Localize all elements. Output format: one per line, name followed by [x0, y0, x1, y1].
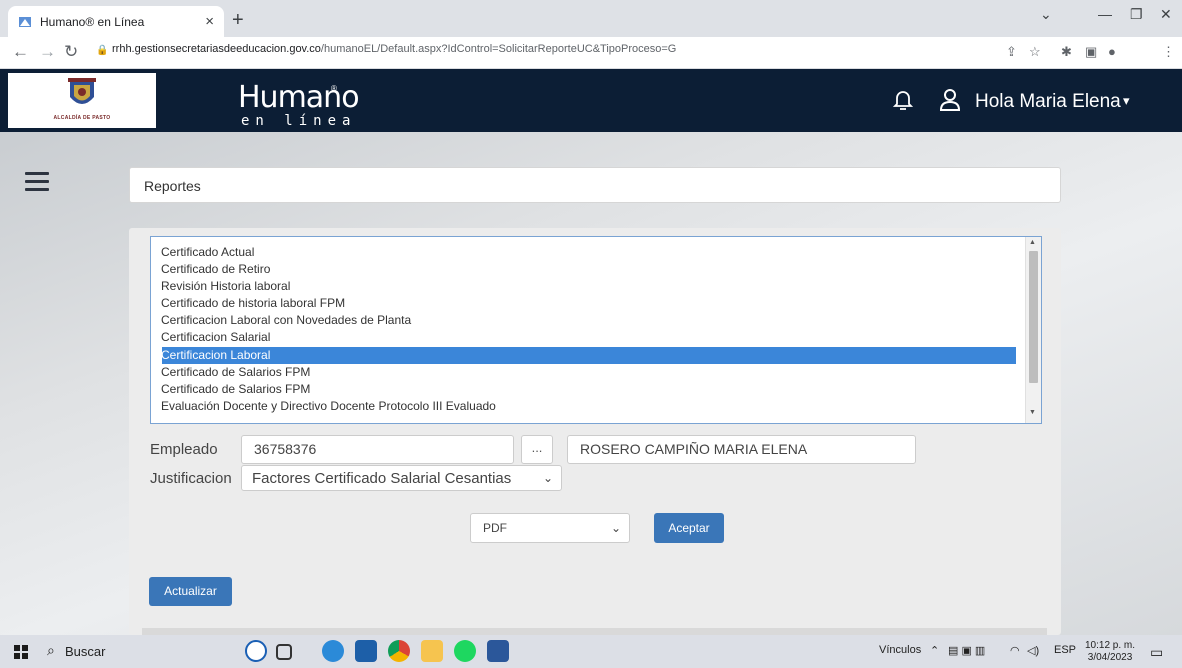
window-close-icon[interactable]: ✕ [1160, 6, 1172, 23]
user-menu-chevron-icon[interactable]: ▾ [1123, 93, 1130, 109]
task-view-icon[interactable] [276, 644, 292, 660]
clock-date: 3/04/2023 [1087, 652, 1133, 663]
reload-icon[interactable]: ↻ [64, 42, 78, 62]
search-icon[interactable]: ⌕ [47, 642, 55, 659]
format-select[interactable]: PDF ⌄ [470, 513, 630, 543]
empleado-label: Empleado [150, 441, 218, 458]
justificacion-label: Justificacion [150, 470, 232, 487]
profile-avatar-icon[interactable]: ● [1108, 44, 1116, 59]
list-item[interactable]: Certificado de Salarios FPM [161, 364, 310, 381]
chevron-down-icon: ⌄ [542, 471, 553, 485]
brand-registered: ® [331, 84, 337, 93]
list-item[interactable]: Certificado de Retiro [161, 261, 270, 278]
url-host: rrhh.gestionsecretariasdeeducacion.gov.c… [112, 43, 321, 55]
tab-title: Humano® en Línea [40, 14, 145, 29]
list-item[interactable]: Certificado de historia laboral FPM [161, 295, 345, 312]
url-path: /humanoEL/Default.aspx?IdControl=Solicit… [320, 43, 677, 55]
file-explorer-icon[interactable] [421, 640, 443, 662]
minimize-icon[interactable]: — [1098, 6, 1112, 22]
scroll-down-icon[interactable]: ▼ [1029, 409, 1036, 416]
spotify-icon[interactable] [454, 640, 476, 662]
tray-apps-icon[interactable]: ▤ ▣ ▥ [948, 644, 985, 657]
word-icon[interactable] [487, 640, 509, 662]
bookmark-star-icon[interactable]: ☆ [1029, 44, 1041, 60]
bing-icon[interactable] [245, 640, 267, 662]
tray-links[interactable]: Vínculos [879, 644, 921, 656]
wifi-icon[interactable]: ◠ [1010, 644, 1020, 657]
new-tab-button[interactable]: + [232, 9, 244, 32]
bell-icon[interactable] [893, 89, 913, 111]
taskbar-search[interactable]: Buscar [65, 644, 105, 659]
empleado-id-field[interactable]: 36758376 [241, 435, 514, 464]
scroll-thumb[interactable] [1029, 251, 1038, 383]
report-type-listbox[interactable]: Certificado Actual Certificado de Retiro… [150, 236, 1042, 424]
list-item[interactable]: Certificado de Salarios FPM [161, 381, 310, 398]
chrome-icon[interactable] [388, 640, 410, 662]
back-icon[interactable]: ← [12, 42, 29, 62]
user-icon[interactable] [939, 88, 961, 112]
brand-title: Humano [238, 80, 360, 115]
brand-subtitle: en línea [241, 113, 357, 129]
sidepanel-icon[interactable]: ▣ [1085, 44, 1097, 60]
browser-menu-icon[interactable]: ⋮ [1162, 44, 1175, 60]
crest-icon [68, 78, 96, 104]
notifications-icon[interactable]: ▭ [1150, 644, 1163, 661]
accept-button[interactable]: Aceptar [654, 513, 724, 543]
user-greeting[interactable]: Hola Maria Elena [975, 91, 1121, 113]
url-field[interactable]: rrhh.gestionsecretariasdeeducacion.gov.c… [112, 43, 676, 55]
windows-start-icon[interactable] [14, 645, 28, 659]
format-value: PDF [483, 521, 507, 535]
selected-row-highlight [162, 347, 1016, 364]
tray-chevron-icon[interactable]: ⌃ [930, 644, 939, 657]
browser-tab[interactable]: Humano® en Línea × [8, 6, 224, 37]
lock-icon: 🔒 [96, 45, 109, 56]
listbox-scrollbar[interactable]: ▲ ▼ [1025, 237, 1041, 423]
taskbar [0, 635, 1182, 668]
list-item-selected[interactable]: Certificacion Laboral [161, 347, 270, 364]
refresh-button[interactable]: Actualizar [149, 577, 232, 606]
list-item[interactable]: Certificacion Laboral con Novedades de P… [161, 312, 411, 329]
restore-icon[interactable]: ❐ [1130, 6, 1143, 23]
alcaldia-logo[interactable]: ALCALDÍA DE PASTO [8, 73, 156, 128]
forward-icon[interactable]: → [39, 42, 56, 62]
justificacion-value: Factores Certificado Salarial Cesantias [252, 470, 512, 487]
site-favicon-icon [18, 15, 32, 29]
list-item[interactable]: Certificado Actual [161, 244, 254, 261]
language-indicator[interactable]: ESP [1054, 644, 1076, 656]
edge-icon[interactable] [322, 640, 344, 662]
hamburger-menu-icon[interactable] [25, 172, 49, 196]
empleado-name-field[interactable]: ROSERO CAMPIÑO MARIA ELENA [567, 435, 916, 464]
chevron-down-icon: ⌄ [610, 521, 621, 535]
tab-close-icon[interactable]: × [205, 13, 214, 30]
logo-caption: ALCALDÍA DE PASTO [53, 115, 111, 121]
employee-lookup-button[interactable]: ... [521, 435, 553, 464]
scroll-up-icon[interactable]: ▲ [1029, 239, 1036, 246]
share-icon[interactable]: ⇪ [1006, 44, 1017, 60]
tab-search-icon[interactable]: ⌄ [1040, 6, 1052, 23]
list-item[interactable]: Evaluación Docente y Directivo Docente P… [161, 398, 496, 415]
volume-icon[interactable]: ◁) [1027, 644, 1039, 657]
extensions-icon[interactable]: ✱ [1061, 44, 1072, 60]
clock-time: 10:12 p. m. [1085, 640, 1136, 651]
mail-icon[interactable] [355, 640, 377, 662]
list-item[interactable]: Certificacion Salarial [161, 329, 270, 346]
taskbar-clock[interactable]: 10:12 p. m. 3/04/2023 [1085, 640, 1135, 664]
page-title: Reportes [129, 167, 1061, 203]
justificacion-select[interactable]: Factores Certificado Salarial Cesantias … [241, 465, 562, 491]
list-item[interactable]: Revisión Historia laboral [161, 278, 290, 295]
